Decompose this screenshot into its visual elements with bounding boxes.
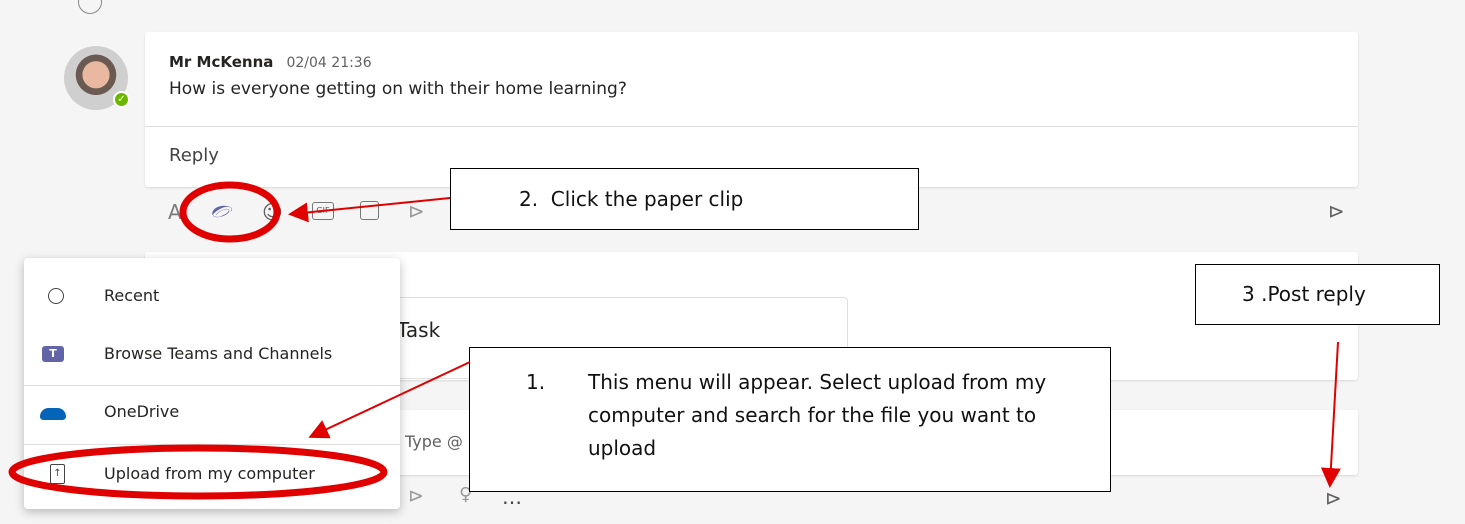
step3-arrow — [1320, 341, 1341, 488]
paperclip-highlight-ellipse — [179, 181, 281, 243]
step1-arrow — [308, 361, 471, 439]
annotation-overlay — [8, 181, 1341, 500]
step2-arrow — [288, 197, 451, 223]
upload-highlight-ellipse — [8, 444, 388, 500]
